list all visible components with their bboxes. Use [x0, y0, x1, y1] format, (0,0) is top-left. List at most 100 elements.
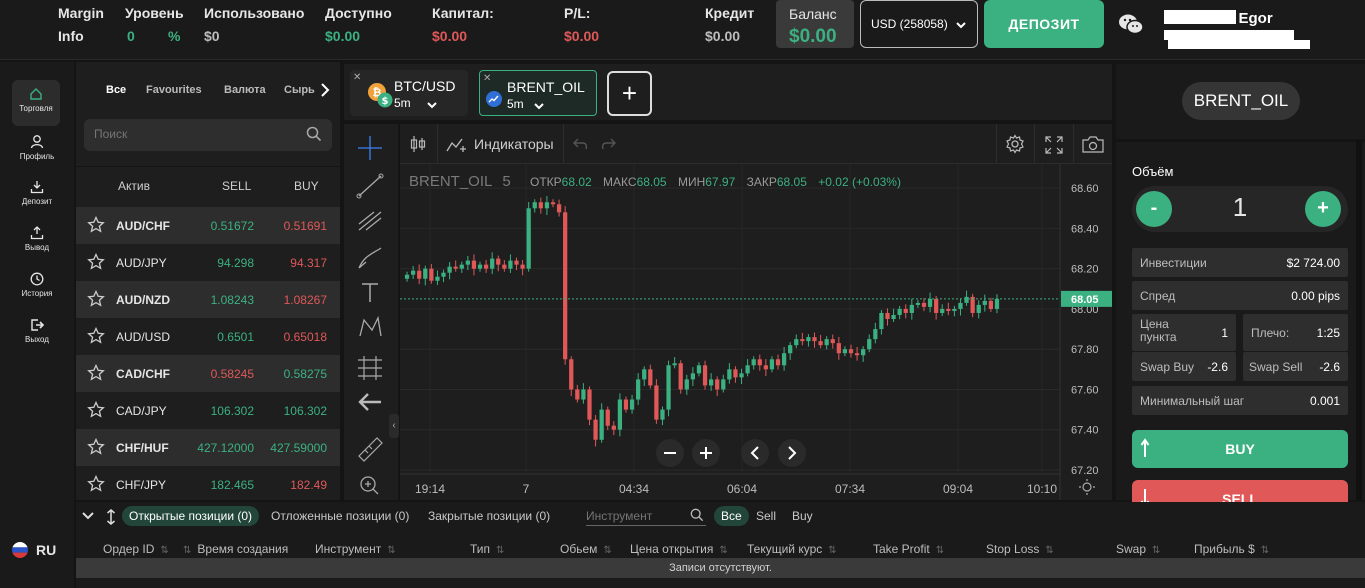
star-icon[interactable]: [87, 327, 105, 345]
ruler-icon[interactable]: [358, 437, 383, 462]
sort-icon[interactable]: ⇅: [828, 545, 836, 556]
nav-trade[interactable]: Торговля: [12, 80, 60, 126]
filter-all[interactable]: Все: [714, 506, 749, 526]
asset-row[interactable]: CHF/HUF 427.12000 427.59000: [76, 429, 340, 466]
zoom-icon[interactable]: [360, 476, 379, 495]
close-icon[interactable]: ✕: [483, 73, 491, 84]
chevron-down-icon[interactable]: [82, 512, 94, 521]
nav-profile[interactable]: Профиль: [0, 134, 74, 161]
column-header[interactable]: Take Profit ⇅: [873, 542, 944, 556]
brush-icon[interactable]: [358, 247, 382, 269]
filter-buy[interactable]: Buy: [792, 509, 813, 523]
volume-value[interactable]: 1: [1192, 192, 1288, 223]
asset-sell-price[interactable]: 0.6501: [217, 330, 254, 344]
filter-sell[interactable]: Sell: [756, 509, 776, 523]
sort-icon[interactable]: ⇅: [1152, 545, 1160, 556]
zoom-in-button[interactable]: [692, 439, 720, 467]
asset-sell-price[interactable]: 0.51672: [211, 219, 254, 233]
gear-icon[interactable]: [1005, 134, 1025, 154]
asset-sell-price[interactable]: 94.298: [217, 256, 254, 270]
fullscreen-icon[interactable]: [1045, 136, 1063, 154]
sort-icon[interactable]: ⇅: [496, 545, 504, 556]
sort-icon[interactable]: ⇅: [719, 545, 727, 556]
asset-buy-price[interactable]: 106.302: [284, 404, 327, 418]
star-icon[interactable]: [87, 253, 105, 271]
camera-icon[interactable]: [1082, 136, 1104, 153]
sort-icon[interactable]: ⇅: [936, 545, 944, 556]
tab-favourites[interactable]: Favourites: [146, 84, 202, 96]
indicators-button[interactable]: Индикаторы: [446, 135, 554, 153]
price-chart[interactable]: 68.6068.4068.2068.0067.8067.6067.4067.20…: [400, 164, 1112, 500]
asset-sell-price[interactable]: 1.08243: [211, 293, 254, 307]
column-header[interactable]: Stop Loss ⇅: [986, 542, 1054, 556]
measure-icon[interactable]: [358, 356, 382, 380]
column-header[interactable]: Инструмент ⇅: [315, 542, 396, 556]
column-header[interactable]: Прибыль $ ⇅: [1194, 542, 1269, 556]
column-header[interactable]: ⇅ Время создания: [183, 542, 288, 556]
asset-buy-price[interactable]: 0.65018: [284, 330, 327, 344]
chevron-down-icon[interactable]: [533, 102, 545, 111]
language-select[interactable]: RU: [12, 542, 56, 558]
asset-row[interactable]: CAD/CHF 0.58245 0.58275: [76, 355, 340, 392]
nav-deposit[interactable]: Депозит: [0, 180, 74, 206]
asset-row[interactable]: AUD/CHF 0.51672 0.51691: [76, 207, 340, 244]
scroll-right-button[interactable]: [778, 439, 806, 467]
asset-row[interactable]: CHF/JPY 182.465 182.49: [76, 466, 340, 503]
collapse-tools-handle[interactable]: ‹: [389, 414, 399, 438]
text-icon[interactable]: [362, 283, 378, 302]
tab-all[interactable]: Все: [106, 84, 126, 96]
asset-sell-price[interactable]: 427.12000: [197, 441, 254, 455]
instrument-filter-input[interactable]: [586, 506, 681, 523]
buy-button[interactable]: BUY: [1132, 430, 1348, 468]
asset-buy-price[interactable]: 427.59000: [270, 441, 327, 455]
sort-icon[interactable]: ⇅: [603, 545, 611, 556]
column-header[interactable]: Swap ⇅: [1116, 542, 1160, 556]
candles-icon[interactable]: [410, 135, 426, 153]
nav-logout[interactable]: Выход: [0, 318, 74, 344]
nav-withdraw[interactable]: Вывод: [0, 226, 74, 252]
chart-tab-brent[interactable]: ✕ BRENT_OIL 5m: [479, 70, 597, 116]
asset-row[interactable]: CAD/JPY 106.302 106.302: [76, 392, 340, 429]
asset-row[interactable]: AUD/NZD 1.08243 1.08267: [76, 281, 340, 318]
sort-icon[interactable]: ⇅: [1261, 545, 1269, 556]
scroll-left-button[interactable]: [741, 439, 769, 467]
asset-buy-price[interactable]: 1.08267: [284, 293, 327, 307]
tab-pending-positions[interactable]: Отложенные позиции (0): [271, 509, 409, 523]
trendline-icon[interactable]: [356, 173, 384, 199]
nav-history[interactable]: История: [0, 272, 74, 298]
add-chart-button[interactable]: +: [607, 71, 652, 116]
asset-search[interactable]: [84, 119, 332, 151]
close-icon[interactable]: ✕: [353, 72, 361, 83]
star-icon[interactable]: [87, 401, 105, 419]
asset-search-input[interactable]: [94, 127, 294, 141]
currency-select[interactable]: USD (258058): [860, 0, 978, 48]
arrow-left-icon[interactable]: [358, 393, 381, 411]
sort-icon[interactable]: ⇅: [1045, 545, 1053, 556]
fib-icon[interactable]: [358, 211, 382, 231]
asset-row[interactable]: AUD/USD 0.6501 0.65018: [76, 318, 340, 355]
star-icon[interactable]: [87, 475, 105, 493]
column-header[interactable]: Ордер ID ⇅: [103, 542, 169, 556]
asset-sell-price[interactable]: 182.465: [211, 478, 254, 492]
star-icon[interactable]: [87, 364, 105, 382]
column-header[interactable]: Цена открытия ⇅: [630, 542, 728, 556]
pattern-icon[interactable]: [359, 315, 382, 337]
asset-buy-price[interactable]: 0.51691: [284, 219, 327, 233]
chat-icon[interactable]: [1118, 12, 1144, 36]
sort-icon[interactable]: ⇅: [160, 545, 168, 556]
deposit-button[interactable]: ДЕПОЗИТ: [984, 0, 1104, 48]
asset-sell-price[interactable]: 106.302: [211, 404, 254, 418]
chevron-down-icon[interactable]: [426, 101, 438, 110]
star-icon[interactable]: [87, 438, 105, 456]
volume-increase-button[interactable]: +: [1305, 191, 1341, 227]
star-icon[interactable]: [87, 216, 105, 234]
tab-currency[interactable]: Валюта: [224, 84, 266, 96]
scrollbar[interactable]: [1356, 140, 1362, 500]
asset-buy-price[interactable]: 182.49: [290, 478, 327, 492]
chart-tab-btcusd[interactable]: ✕ ₿ $ BTC/USD 5m: [350, 70, 468, 116]
asset-sell-price[interactable]: 0.58245: [211, 367, 254, 381]
chevron-right-icon[interactable]: [320, 83, 330, 97]
tab-commodities[interactable]: Сырь: [284, 84, 315, 96]
asset-buy-price[interactable]: 0.58275: [284, 367, 327, 381]
zoom-out-button[interactable]: [656, 439, 684, 467]
